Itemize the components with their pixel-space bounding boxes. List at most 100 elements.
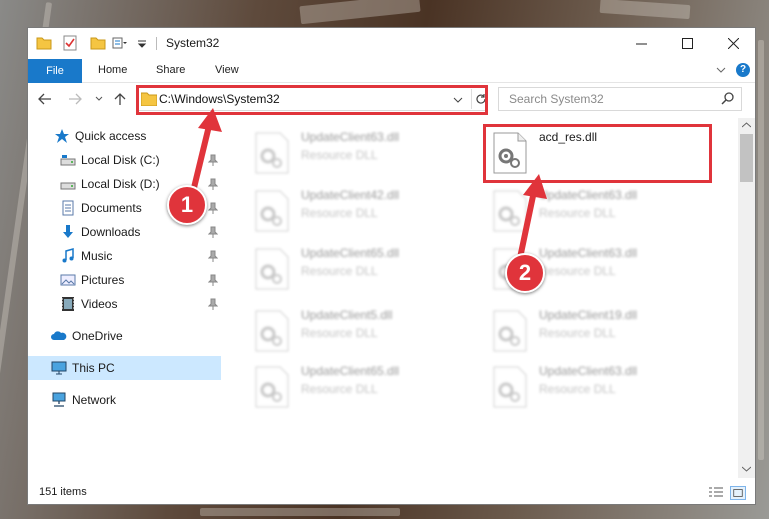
file-item[interactable]: UpdateClient42.dll Resource DLL	[245, 184, 471, 238]
forward-icon[interactable]	[68, 93, 82, 105]
close-button[interactable]	[710, 28, 755, 59]
pin-icon	[208, 274, 218, 286]
new-folder-icon[interactable]	[90, 35, 106, 51]
sidebar-item-label: Documents	[81, 201, 142, 215]
file-name: UpdateClient19.dll	[539, 308, 638, 322]
customize-toolbar-icon[interactable]	[112, 35, 128, 51]
scroll-up-icon[interactable]	[742, 122, 751, 128]
dll-file-icon	[255, 366, 289, 408]
ribbon: File Home Share View ?	[28, 59, 755, 83]
file-type: Resource DLL	[539, 206, 616, 220]
sidebar-item-label: This PC	[72, 361, 115, 375]
sidebar-item-local-disk-c[interactable]: Local Disk (C:)	[28, 148, 221, 172]
dll-file-icon	[493, 190, 527, 232]
drive-icon	[60, 155, 76, 166]
sidebar-item-pictures[interactable]: Pictures	[28, 268, 221, 292]
pin-icon	[208, 154, 218, 166]
status-bar: 151 items	[28, 482, 755, 504]
title-bar: System32	[28, 28, 755, 59]
tab-file[interactable]: File	[28, 59, 82, 83]
file-name: UpdateClient63.dll	[539, 364, 638, 378]
documents-icon	[62, 200, 74, 216]
sidebar-item-network[interactable]: Network	[28, 388, 221, 412]
sidebar-item-music[interactable]: Music	[28, 244, 221, 268]
sidebar-item-label: Music	[81, 249, 113, 263]
pictures-icon	[60, 274, 76, 286]
computer-icon	[51, 361, 67, 375]
dll-file-icon	[255, 190, 289, 232]
search-icon[interactable]	[721, 91, 735, 105]
file-type: Resource DLL	[539, 382, 616, 396]
help-icon[interactable]: ?	[736, 63, 750, 77]
file-name: UpdateClient65.dll	[301, 364, 400, 378]
dll-file-icon	[255, 248, 289, 290]
dll-file-icon	[493, 310, 527, 352]
file-name: UpdateClient63.dll	[301, 130, 400, 144]
star-icon	[55, 129, 69, 143]
dropdown-icon[interactable]	[134, 35, 150, 51]
sidebar-item-label: OneDrive	[72, 329, 123, 343]
sidebar-item-videos[interactable]: Videos	[28, 292, 221, 316]
file-item[interactable]: UpdateClient65.dll Resource DLL	[245, 242, 471, 296]
address-bar-highlight	[136, 85, 488, 115]
title-separator	[156, 37, 157, 50]
maximize-button[interactable]	[664, 28, 710, 59]
sidebar-item-label: Quick access	[75, 129, 147, 143]
minimize-button[interactable]	[618, 28, 664, 59]
pin-icon	[208, 178, 218, 190]
large-icons-view-icon[interactable]	[730, 486, 746, 500]
file-type: Resource DLL	[539, 264, 616, 278]
window-title: System32	[166, 36, 220, 50]
details-view-icon[interactable]	[708, 486, 724, 500]
pin-icon	[208, 202, 218, 214]
file-name: UpdateClient63.dll	[539, 188, 638, 202]
search-box[interactable]: Search System32	[498, 87, 742, 111]
tab-share[interactable]: Share	[156, 64, 185, 76]
callout-badge-1: 1	[167, 185, 207, 225]
file-item[interactable]: UpdateClient65.dll Resource DLL	[245, 360, 471, 414]
pin-icon	[208, 298, 218, 310]
pin-icon	[208, 226, 218, 238]
ribbon-expand-icon[interactable]	[716, 67, 726, 75]
sidebar-item-quick-access[interactable]: Quick access	[28, 124, 221, 148]
network-icon	[52, 392, 66, 407]
pin-icon	[208, 250, 218, 262]
file-name: UpdateClient42.dll	[301, 188, 400, 202]
properties-icon[interactable]	[62, 35, 78, 51]
file-type: Resource DLL	[301, 382, 378, 396]
tab-home[interactable]: Home	[98, 64, 127, 76]
callout-badge-2: 2	[505, 253, 545, 293]
dll-file-icon	[493, 366, 527, 408]
downloads-icon	[63, 225, 73, 238]
minimize-icon	[635, 43, 647, 45]
file-name: UpdateClient5.dll	[301, 308, 393, 322]
file-item[interactable]: UpdateClient63.dll Resource DLL	[483, 360, 709, 414]
file-type: Resource DLL	[301, 264, 378, 278]
scroll-down-icon[interactable]	[742, 466, 751, 472]
sidebar-item-label: Pictures	[81, 273, 125, 287]
navigation-pane: Quick access Local Disk (C:) Local Disk …	[28, 118, 221, 478]
folder-icon[interactable]	[36, 35, 52, 51]
sidebar-item-this-pc[interactable]: This PC	[28, 356, 221, 380]
file-item[interactable]: UpdateClient63.dll Resource DLL	[245, 126, 471, 180]
up-icon[interactable]	[114, 92, 126, 106]
drive-icon	[60, 182, 76, 190]
file-type: Resource DLL	[301, 148, 378, 162]
file-item[interactable]: UpdateClient5.dll Resource DLL	[245, 304, 471, 358]
file-item[interactable]: UpdateClient19.dll Resource DLL	[483, 304, 709, 358]
recent-locations-icon[interactable]	[95, 96, 103, 102]
file-name: UpdateClient63.dll	[539, 246, 638, 260]
cloud-icon	[51, 331, 67, 340]
file-type: Resource DLL	[301, 326, 378, 340]
back-icon[interactable]	[38, 93, 52, 105]
videos-icon	[62, 297, 74, 311]
file-item[interactable]: UpdateClient63.dll Resource DLL	[483, 184, 709, 238]
sidebar-item-onedrive[interactable]: OneDrive	[28, 324, 221, 348]
scrollbar-thumb[interactable]	[740, 134, 753, 182]
sidebar-item-label: Local Disk (D:)	[81, 177, 160, 191]
vertical-scrollbar[interactable]	[738, 118, 755, 478]
file-name: UpdateClient65.dll	[301, 246, 400, 260]
file-highlight	[483, 124, 712, 183]
tab-view[interactable]: View	[215, 64, 239, 76]
item-count: 151 items	[39, 486, 87, 498]
